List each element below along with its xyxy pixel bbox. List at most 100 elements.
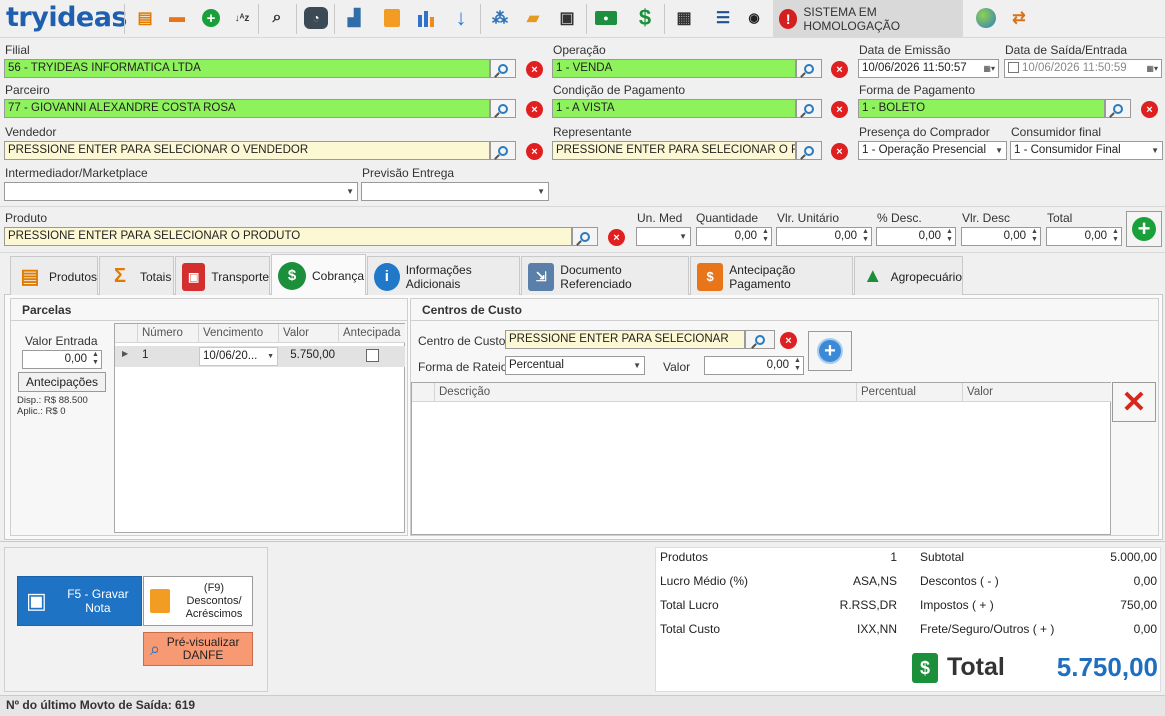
grid-header-numero[interactable]: Número bbox=[138, 324, 199, 343]
vlr-desc-input[interactable]: 0,00 ▲ ▼ bbox=[961, 227, 1041, 246]
intermediador-select[interactable]: ▼ bbox=[4, 182, 358, 201]
report-icon[interactable]: ▦ bbox=[670, 4, 698, 32]
representante-lookup-button[interactable] bbox=[796, 141, 822, 160]
money-icon[interactable]: ● bbox=[592, 4, 620, 32]
spinner-icon[interactable]: ▲ ▼ bbox=[793, 357, 802, 373]
spinner-icon[interactable]: ▲ ▼ bbox=[1030, 228, 1039, 244]
remove-centro-button[interactable]: ✕ bbox=[1112, 382, 1156, 422]
rateio-select[interactable]: Percentual ▼ bbox=[505, 356, 645, 375]
filial-lookup-button[interactable] bbox=[490, 59, 516, 78]
tab-cobranca[interactable]: $ Cobrança bbox=[271, 254, 366, 296]
table-row[interactable]: ▶ 1 10/06/20... ▼ 5.750,00 bbox=[115, 346, 405, 367]
spinner-icon[interactable]: ▲ ▼ bbox=[1111, 228, 1120, 244]
forma-pagamento-lookup-button[interactable] bbox=[1105, 99, 1131, 118]
search-person-icon[interactable]: ⌕ bbox=[263, 4, 291, 32]
condicao-field[interactable]: 1 - A VISTA bbox=[552, 99, 796, 118]
grid-header-valor[interactable]: Valor bbox=[963, 383, 1111, 402]
presenca-select[interactable]: 1 - Operação Presencial ▼ bbox=[858, 141, 1007, 160]
quantidade-input[interactable]: 0,00 ▲ ▼ bbox=[696, 227, 772, 246]
data-saida-field[interactable]: 10/06/2026 11:50:59 ▦▾ bbox=[1004, 59, 1162, 78]
cell-vencimento[interactable]: 10/06/20... ▼ bbox=[199, 347, 278, 366]
tab-totais[interactable]: Σ Totais bbox=[99, 256, 174, 296]
save-icon[interactable]: ▣ bbox=[553, 4, 581, 32]
antecipada-checkbox[interactable] bbox=[366, 349, 379, 362]
tab-informacoes[interactable]: i Informações Adicionais bbox=[367, 256, 520, 296]
add-icon[interactable]: + bbox=[197, 4, 225, 32]
operacao-field[interactable]: 1 - VENDA bbox=[552, 59, 796, 78]
centros-grid[interactable]: Descrição Percentual Valor bbox=[411, 382, 1111, 535]
centro-field[interactable]: PRESSIONE ENTER PARA SELECIONAR bbox=[505, 330, 745, 349]
descontos-button[interactable]: (F9) Descontos/ Acréscimos bbox=[143, 576, 253, 626]
operacao-clear-icon[interactable]: × bbox=[831, 61, 848, 78]
centro-lookup-button[interactable] bbox=[745, 330, 775, 349]
spinner-icon[interactable]: ▲ ▼ bbox=[945, 228, 954, 244]
calendar-dropdown-icon[interactable]: ▦▾ bbox=[983, 60, 995, 77]
representante-clear-icon[interactable]: × bbox=[831, 143, 848, 160]
tab-produtos[interactable]: ▤ Produtos bbox=[10, 256, 98, 296]
parceiro-field[interactable]: 77 - GIOVANNI ALEXANDRE COSTA ROSA bbox=[4, 99, 490, 118]
list-icon[interactable]: ☰ bbox=[709, 4, 737, 32]
produto-clear-icon[interactable]: × bbox=[608, 229, 625, 246]
spinner-icon[interactable]: ▲ ▼ bbox=[91, 351, 100, 367]
tab-transporte[interactable]: ▣ Transporte bbox=[175, 256, 270, 296]
gravar-nota-button[interactable]: ▣ F5 - Gravar Nota bbox=[17, 576, 142, 626]
folder-open-icon[interactable]: ▰ bbox=[519, 4, 547, 32]
tab-agropecuario[interactable]: ▲ Agropecuário bbox=[854, 256, 963, 296]
valor-entrada-input[interactable]: 0,00 ▲ ▼ bbox=[22, 350, 102, 369]
previsualizar-danfe-button[interactable]: ⌕ Pré-visualizar DANFE bbox=[143, 632, 253, 666]
representante-field[interactable]: PRESSIONE ENTER PARA SELECIONAR O REPRES bbox=[552, 141, 796, 160]
share-nodes-icon[interactable]: ⁂ bbox=[486, 4, 514, 32]
forma-pagamento-field[interactable]: 1 - BOLETO bbox=[858, 99, 1105, 118]
calendar-dropdown-icon[interactable]: ▦▾ bbox=[1146, 60, 1158, 77]
add-product-button[interactable]: + bbox=[1126, 211, 1162, 247]
grid-header-descricao[interactable]: Descrição bbox=[435, 383, 857, 402]
tab-documento[interactable]: ⇲ Documento Referenciado bbox=[521, 256, 689, 296]
parcelas-grid[interactable]: Número Vencimento Valor Antecipada ▶ 1 1… bbox=[114, 323, 405, 533]
tab-antecipacao[interactable]: $ Antecipação Pagamento bbox=[690, 256, 853, 296]
data-emissao-field[interactable]: 10/06/2026 11:50:57 ▦▾ bbox=[858, 59, 999, 78]
consumidor-select[interactable]: 1 - Consumidor Final ▼ bbox=[1010, 141, 1163, 160]
grid-header-percentual[interactable]: Percentual bbox=[857, 383, 963, 402]
centro-clear-icon[interactable]: × bbox=[780, 332, 797, 349]
grid-header-valor[interactable]: Valor bbox=[279, 324, 339, 343]
spinner-icon[interactable]: ▲ ▼ bbox=[761, 228, 770, 244]
vendedor-lookup-button[interactable] bbox=[490, 141, 516, 160]
produto-lookup-button[interactable] bbox=[572, 227, 598, 246]
eye-icon[interactable]: ◉ bbox=[740, 4, 768, 32]
total-input[interactable]: 0,00 ▲ ▼ bbox=[1046, 227, 1122, 246]
produto-field[interactable]: PRESSIONE ENTER PARA SELECIONAR O PRODUT… bbox=[4, 227, 572, 246]
spinner-icon[interactable]: ▲ ▼ bbox=[861, 228, 870, 244]
data-saida-checkbox[interactable] bbox=[1008, 62, 1019, 73]
grid-header-antecipada[interactable]: Antecipada bbox=[339, 324, 405, 343]
grid-header-vencimento[interactable]: Vencimento bbox=[199, 324, 279, 343]
operacao-lookup-button[interactable] bbox=[796, 59, 822, 78]
tree-icon: ▲ bbox=[862, 265, 883, 287]
dollar-icon[interactable]: $ bbox=[631, 4, 659, 32]
forma-pagamento-clear-icon[interactable]: × bbox=[1141, 101, 1158, 118]
scale-icon[interactable]: ◔ bbox=[302, 4, 330, 32]
filial-field[interactable]: 56 - TRYIDEAS INFORMATICA LTDA bbox=[4, 59, 490, 78]
vendedor-clear-icon[interactable]: × bbox=[526, 143, 543, 160]
sort-icon[interactable]: ↓ᴬz bbox=[228, 4, 256, 32]
bar-chart-icon[interactable] bbox=[413, 4, 441, 32]
download-arrow-icon[interactable]: ↓ bbox=[447, 4, 475, 32]
exchange-icon[interactable]: ⇄ bbox=[1005, 4, 1033, 32]
condicao-lookup-button[interactable] bbox=[796, 99, 822, 118]
cash-register-icon[interactable]: ▟ bbox=[340, 4, 368, 32]
vlr-unitario-input[interactable]: 0,00 ▲ ▼ bbox=[776, 227, 872, 246]
shopping-bag-icon[interactable] bbox=[378, 4, 406, 32]
un-med-select[interactable]: ▼ bbox=[636, 227, 691, 246]
previsao-select[interactable]: ▼ bbox=[361, 182, 549, 201]
antecipacoes-button[interactable]: Antecipações bbox=[18, 372, 106, 392]
desc-pct-input[interactable]: 0,00 ▲ ▼ bbox=[876, 227, 956, 246]
truck-icon[interactable]: ▬ bbox=[163, 4, 191, 32]
boxes-icon[interactable]: ▤ bbox=[131, 4, 159, 32]
add-centro-button[interactable]: + bbox=[808, 331, 852, 371]
globe-icon[interactable] bbox=[972, 4, 1000, 32]
parceiro-lookup-button[interactable] bbox=[490, 99, 516, 118]
filial-clear-icon[interactable]: × bbox=[526, 61, 543, 78]
valor-input[interactable]: 0,00 ▲ ▼ bbox=[704, 356, 804, 375]
vendedor-field[interactable]: PRESSIONE ENTER PARA SELECIONAR O VENDED… bbox=[4, 141, 490, 160]
parceiro-clear-icon[interactable]: × bbox=[526, 101, 543, 118]
condicao-clear-icon[interactable]: × bbox=[831, 101, 848, 118]
